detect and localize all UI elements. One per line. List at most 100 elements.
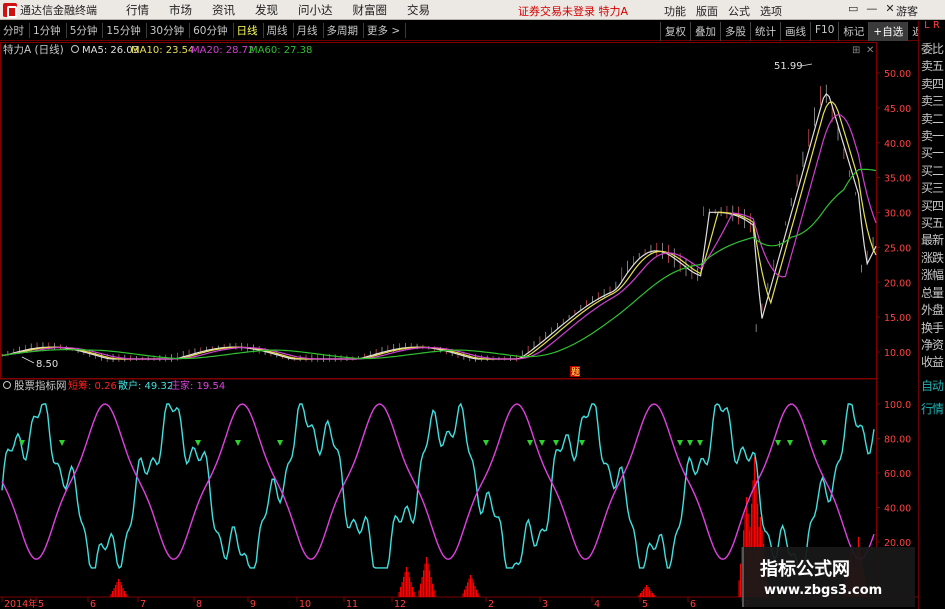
indicator-tick-label: 80.00 — [884, 435, 911, 446]
period-monthly[interactable]: 月线 — [294, 23, 324, 38]
tool-stats[interactable]: 统计 — [750, 22, 780, 41]
menu-discover[interactable]: 发现 — [245, 2, 288, 18]
high-price-arrow — [800, 63, 813, 67]
period-60min[interactable]: 60分钟 — [190, 23, 234, 38]
tool-f10[interactable]: F10 — [810, 22, 838, 41]
x-tick-label: 12 — [394, 599, 406, 609]
high-price-label: 51.99 — [774, 61, 803, 72]
period-5min[interactable]: 5分钟 — [67, 23, 104, 38]
side-item-sell4[interactable]: 卖四 — [919, 76, 945, 93]
signal-triangle — [677, 440, 683, 446]
ma60-line — [1, 168, 877, 360]
signal-triangle — [195, 440, 201, 446]
side-item-change[interactable]: 涨跌 — [919, 250, 945, 267]
menu-layout[interactable]: 版面 — [696, 3, 718, 19]
close-icon[interactable]: ✕ — [885, 2, 894, 15]
side-item-buy3[interactable]: 买三 — [919, 180, 945, 197]
ma60-label: MA60: 27.38 — [249, 45, 312, 56]
indicator-bar — [400, 587, 402, 597]
expand-icon[interactable]: ⊞ — [852, 45, 860, 56]
ma10-line — [1, 101, 877, 360]
app-logo-icon — [3, 2, 17, 18]
side-item-sell5[interactable]: 卖五 — [919, 58, 945, 75]
signal-triangle — [775, 440, 781, 446]
tool-draw[interactable]: 画线 — [780, 22, 810, 41]
period-30min[interactable]: 30分钟 — [147, 23, 191, 38]
period-15min[interactable]: 15分钟 — [103, 23, 147, 38]
indicator-bar — [110, 594, 112, 597]
price-tick-label: 20.00 — [884, 278, 911, 289]
tool-mark[interactable]: 标记 — [838, 22, 868, 41]
side-item-earnings[interactable]: 收益 — [919, 354, 945, 371]
period-more[interactable]: 更多 > — [364, 23, 407, 38]
indicator-bar — [113, 588, 115, 597]
period-daily[interactable]: 日线 — [234, 23, 264, 38]
side-item-buy4[interactable]: 买四 — [919, 198, 945, 215]
period-1min[interactable]: 1分钟 — [30, 23, 67, 38]
indicator-bar — [125, 594, 127, 597]
close-panel-icon[interactable]: ✕ — [866, 45, 874, 56]
restore-icon[interactable]: ▭ — [848, 2, 858, 15]
period-weekly[interactable]: 周线 — [264, 23, 294, 38]
indicator-tick-label: 40.00 — [884, 504, 911, 515]
indicator-bar — [412, 587, 414, 597]
menu-trade[interactable]: 交易 — [397, 2, 440, 18]
menu-quotes[interactable]: 行情 — [116, 2, 159, 18]
chart-area[interactable]: 特力A (日线) MA5: 26.03 MA10: 23.54 MA20: 28… — [0, 42, 918, 609]
menu-options[interactable]: 选项 — [760, 3, 782, 19]
x-tick-label: 2014年 — [4, 598, 38, 609]
side-item-turnover[interactable]: 换手 — [919, 320, 945, 337]
period-intraday[interactable]: 分时 — [0, 23, 30, 38]
period-multi[interactable]: 多周期 — [324, 23, 364, 38]
indicator-short-label: 短筹: 0.26 — [68, 379, 117, 392]
indicator-bar — [643, 589, 645, 597]
indicator-bar — [403, 577, 405, 597]
side-item-sell1[interactable]: 卖一 — [919, 128, 945, 145]
minimize-icon[interactable]: — — [866, 2, 877, 15]
side-item-sell2[interactable]: 卖二 — [919, 111, 945, 128]
indicator-bar — [409, 577, 411, 597]
menu-news[interactable]: 资讯 — [202, 2, 245, 18]
tool-overlay[interactable]: 叠加 — [690, 22, 720, 41]
indicator-bar — [433, 590, 435, 597]
settings-gear-icon[interactable] — [71, 45, 79, 53]
x-tick-label: 4 — [594, 599, 600, 609]
side-item-quotes[interactable]: 行情 — [919, 401, 945, 418]
tool-add-watchlist[interactable]: +自选 — [868, 22, 908, 41]
menu-formula[interactable]: 公式 — [728, 3, 750, 19]
side-item-outer[interactable]: 外盘 — [919, 302, 945, 319]
window-controls: ▭ — ✕ — [848, 2, 895, 15]
side-item-buy1[interactable]: 买一 — [919, 145, 945, 162]
menu-wealth[interactable]: 财富圈 — [343, 2, 398, 18]
menu-ask[interactable]: 问小达 — [288, 2, 343, 18]
panel-lr-toggle[interactable]: L R — [919, 21, 945, 41]
top-menu-bar: 通达信金融终端 行情 市场 资讯 发现 问小达 财富圈 交易 证券交易未登录 特… — [0, 0, 945, 20]
signal-triangle — [59, 440, 65, 446]
side-item-volume[interactable]: 总量 — [919, 285, 945, 302]
signal-triangle — [821, 440, 827, 446]
x-tick-label: 6 — [90, 599, 96, 609]
x-tick-label: 5 — [38, 599, 44, 609]
side-item-sell3[interactable]: 卖三 — [919, 93, 945, 110]
side-item-net-assets[interactable]: 净资 — [919, 337, 945, 354]
menu-function[interactable]: 功能 — [664, 3, 686, 19]
side-item-latest[interactable]: 最新 — [919, 232, 945, 249]
indicator-gear-icon[interactable] — [3, 381, 11, 389]
watermark-url: www.zbgs3.com — [764, 583, 883, 598]
guest-label[interactable]: 游客 — [896, 3, 918, 19]
side-item-buy5[interactable]: 买五 — [919, 215, 945, 232]
signal-triangle — [235, 440, 241, 446]
menu-market[interactable]: 市场 — [159, 2, 202, 18]
side-item-buy2[interactable]: 买二 — [919, 163, 945, 180]
tool-adjust[interactable]: 复权 — [660, 22, 690, 41]
login-notice[interactable]: 证券交易未登录 特力A — [518, 3, 628, 19]
side-item-auto[interactable]: 自动 — [919, 378, 945, 395]
price-lines — [1, 84, 877, 362]
indicator-bar — [427, 563, 429, 597]
tool-multi-stock[interactable]: 多股 — [720, 22, 750, 41]
side-item-change-pct[interactable]: 涨幅 — [919, 267, 945, 284]
side-item-weibi[interactable]: 委比 — [919, 41, 945, 58]
indicator-bar — [468, 578, 470, 597]
chart-canvas[interactable]: 特力A (日线) MA5: 26.03 MA10: 23.54 MA20: 28… — [0, 42, 918, 609]
indicator-bar — [418, 590, 420, 597]
